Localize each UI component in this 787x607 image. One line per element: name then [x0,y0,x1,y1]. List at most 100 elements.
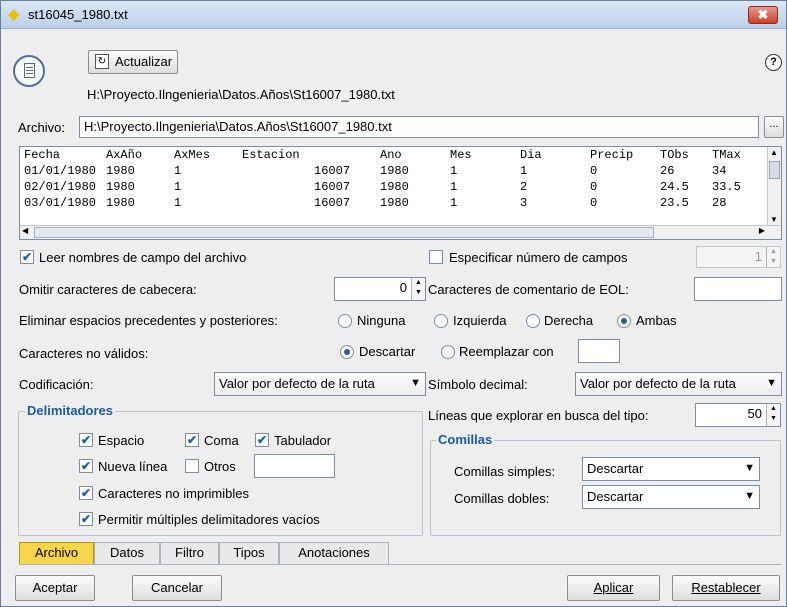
file-path-input[interactable]: H:\Proyecto.Ilngenieria\Datos.Años\St160… [79,116,759,138]
nonprintable-checkbox[interactable]: ✔ [79,486,93,500]
scroll-thumb[interactable] [34,227,654,238]
comma-checkbox[interactable]: ✔ [185,433,199,447]
encoding-value: Valor por defecto de la ruta [219,376,375,391]
newline-label: Nueva línea [98,459,168,474]
data-preview[interactable]: Fecha AxAño AxMes Estacion Ano Mes Dia P… [19,146,782,240]
trim-right-radio[interactable] [526,314,540,328]
space-checkbox[interactable]: ✔ [79,433,93,447]
delimiters-title: Delimitadores [25,403,115,418]
trim-both-label: Ambas [636,313,677,328]
trim-label: Eliminar espacios precedentes y posterio… [19,313,278,328]
window-title: st16045_1980.txt [28,7,128,22]
preview-cell: 1 [450,180,458,194]
scroll-down-icon[interactable]: ▼ [770,215,778,224]
preview-cell: 0 [590,180,598,194]
chevron-down-icon: ▼ [410,377,421,389]
preview-cell: 24.5 [660,180,689,194]
refresh-icon: ↻ [95,54,109,69]
reset-button[interactable]: Restablecer [672,575,780,601]
preview-cell: 01/01/1980 [24,164,97,178]
spin-icon[interactable]: ▲ ▼ [411,278,425,300]
preview-col: Fecha [24,148,61,162]
preview-cell: 16007 [314,164,351,178]
preview-cell: 23.5 [660,196,689,210]
read-field-names-label: Leer nombres de campo del archivo [39,250,247,265]
preview-cell: 1 [174,180,182,194]
scroll-left-icon[interactable]: ◀ [22,226,28,235]
horizontal-scrollbar[interactable]: ◀ ▶ [20,225,781,239]
scroll-up-icon[interactable]: ▲ [770,148,778,157]
tab-anotaciones[interactable]: Anotaciones [279,542,389,564]
table-row: 02/01/1980 1980 1 16007 1980 1 2 0 24.5 … [20,179,747,195]
dialog-window: ◆ st16045_1980.txt ✖ ↻ Actualizar ? H:\P… [0,0,787,607]
preview-cell: 03/01/1980 [24,196,97,210]
file-label: Archivo: [18,120,65,135]
skip-header-stepper[interactable]: 0 ▲ ▼ [334,277,426,301]
preview-cell: 2 [520,180,528,194]
preview-col: Estacion [242,148,300,162]
tab-divider [19,564,782,565]
replace-input[interactable] [578,339,620,363]
close-button[interactable]: ✖ [748,6,778,24]
scroll-thumb[interactable] [769,161,780,179]
discard-label: Descartar [359,344,416,359]
multiple-empty-checkbox[interactable]: ✔ [79,512,93,526]
preview-col: Ano [380,148,402,162]
trim-both-radio[interactable] [617,314,631,328]
preview-cell: 33.5 [712,180,741,194]
tab-datos[interactable]: Datos [94,542,160,564]
tab-checkbox[interactable]: ✔ [255,433,269,447]
help-icon[interactable]: ? [765,54,782,71]
preview-cell [238,163,310,179]
file-icon [13,55,45,87]
preview-cell [238,195,310,211]
browse-button[interactable]: ... [764,116,784,138]
preview-cell: 1 [520,164,528,178]
decimal-select[interactable]: Valor por defecto de la ruta ▼ [575,372,782,396]
skip-header-label: Omitir caracteres de cabecera: [19,282,197,297]
tab-tipos[interactable]: Tipos [219,542,279,564]
others-input[interactable] [254,454,335,478]
spin-icon: ▲ ▼ [766,247,780,267]
tab-filtro[interactable]: Filtro [160,542,219,564]
preview-cell: 3 [520,196,528,210]
read-field-names-checkbox[interactable]: ✔ [20,250,34,264]
cancel-button[interactable]: Cancelar [132,575,222,601]
trim-left-radio[interactable] [434,314,448,328]
preview-cell: 1 [450,196,458,210]
preview-cell: 1 [450,164,458,178]
preview-cell: 34 [712,164,727,178]
ok-button[interactable]: Aceptar [15,575,95,601]
comma-label: Coma [204,433,239,448]
multiple-empty-label: Permitir múltiples delimitadores vacíos [98,512,320,527]
refresh-button[interactable]: ↻ Actualizar [88,50,178,74]
spin-icon[interactable]: ▲ ▼ [766,404,780,426]
apply-button[interactable]: Aplicar [567,575,660,601]
replace-radio[interactable] [441,345,455,359]
trim-left-label: Izquierda [453,313,507,328]
specify-fields-checkbox[interactable] [429,250,443,264]
header-path: H:\Proyecto.Ilngenieria\Datos.Años\St160… [87,87,395,102]
scroll-right-icon[interactable]: ▶ [759,226,765,235]
others-checkbox[interactable] [185,459,199,473]
single-quotes-select[interactable]: Descartar ▼ [582,457,760,481]
tab-archivo[interactable]: Archivo [19,542,94,564]
preview-cell: 1980 [106,196,135,210]
vertical-scrollbar[interactable]: ▲ ▼ [767,147,781,225]
tab-label: Tabulador [274,433,332,448]
eol-comment-input[interactable] [694,277,782,301]
trim-none-label: Ninguna [357,313,406,328]
field-count-value: 1 [754,249,762,264]
trim-none-radio[interactable] [338,314,352,328]
single-quotes-label: Comillas simples: [454,464,556,479]
preview-header-row: Fecha AxAño AxMes Estacion Ano Mes Dia P… [20,147,747,163]
encoding-select[interactable]: Valor por defecto de la ruta ▼ [214,372,426,396]
scan-lines-stepper[interactable]: 50 ▲ ▼ [695,403,781,427]
space-label: Espacio [98,433,145,448]
preview-col: TMax [712,148,741,162]
double-quotes-select[interactable]: Descartar ▼ [582,485,760,509]
discard-radio[interactable] [340,345,354,359]
replace-label: Reemplazar con [459,344,554,359]
newline-checkbox[interactable]: ✔ [79,459,93,473]
field-count-stepper: 1 ▲ ▼ [696,246,781,268]
